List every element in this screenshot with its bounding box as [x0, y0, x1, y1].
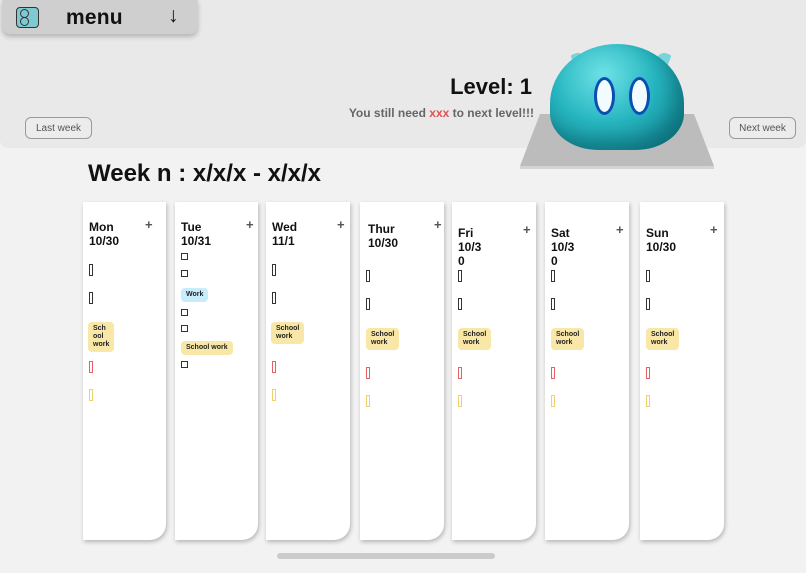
task-marker[interactable] [272, 292, 276, 304]
add-task-plus-icon[interactable]: + [337, 217, 345, 232]
task-marker-red[interactable] [89, 361, 93, 373]
week-title: Week n : x/x/x - x/x/x [88, 160, 322, 187]
day-column-wed: Wed 11/1 + School work [266, 202, 350, 540]
day-column-tue: Tue 10/31 + Work School work [175, 202, 258, 540]
arrow-down-icon[interactable]: ↓ [168, 4, 179, 28]
task-marker[interactable] [646, 298, 650, 310]
slime-eye-right [632, 80, 647, 112]
task-marker[interactable] [272, 264, 276, 276]
level-subtitle: You still need xxx to next level!!! [348, 106, 534, 120]
task-marker-yellow[interactable] [366, 395, 370, 407]
tag-school-work[interactable]: Sch ool work [88, 322, 115, 352]
task-marker-red[interactable] [458, 367, 462, 379]
task-marker-yellow[interactable] [272, 389, 276, 401]
add-task-plus-icon[interactable]: + [710, 222, 718, 237]
task-marker[interactable] [458, 270, 462, 282]
add-task-plus-icon[interactable]: + [523, 222, 531, 237]
day-name: Sun 10/30 [646, 226, 677, 254]
xp-needed: xxx [429, 106, 450, 120]
tag-school-work[interactable]: School work [181, 341, 233, 355]
day-column-sat: Sat 10/3 0 + School work [545, 202, 629, 540]
task-marker-red[interactable] [272, 361, 276, 373]
task-marker-yellow[interactable] [551, 395, 555, 407]
task-checkbox[interactable] [181, 270, 188, 277]
tag-school-work[interactable]: School work [551, 328, 585, 350]
tag-work[interactable]: Work [181, 288, 209, 302]
day-column-thu: Thur 10/30 + School work [360, 202, 444, 540]
task-checkbox[interactable] [181, 325, 188, 332]
level-title: Level: 1 [450, 74, 532, 99]
task-marker[interactable] [366, 270, 370, 282]
next-week-button[interactable]: Next week [729, 117, 796, 139]
task-marker[interactable] [89, 292, 93, 304]
tag-school-work[interactable]: School work [366, 328, 400, 350]
day-name: Thur 10/30 [368, 222, 399, 250]
menu-label: menu [66, 6, 123, 29]
tag-school-work[interactable]: School work [271, 322, 305, 344]
day-column-mon: Mon 10/30 + Sch ool work [83, 202, 166, 540]
day-name: Tue 10/31 [181, 220, 212, 248]
task-marker-red[interactable] [646, 367, 650, 379]
task-marker-red[interactable] [551, 367, 555, 379]
task-marker[interactable] [551, 298, 555, 310]
task-marker[interactable] [366, 298, 370, 310]
task-marker-yellow[interactable] [89, 389, 93, 401]
task-marker[interactable] [89, 264, 93, 276]
last-week-button[interactable]: Last week [25, 117, 92, 139]
task-marker[interactable] [646, 270, 650, 282]
task-checkbox[interactable] [181, 361, 188, 368]
tag-school-work[interactable]: School work [646, 328, 680, 350]
day-name: Wed 11/1 [272, 220, 298, 248]
task-checkbox[interactable] [181, 309, 188, 316]
tag-school-work[interactable]: School work [458, 328, 492, 350]
app-logo-icon [16, 7, 39, 28]
horizontal-scrollbar[interactable] [277, 553, 495, 559]
day-name: Sat 10/3 0 [551, 226, 575, 268]
day-column-fri: Fri 10/3 0 + School work [452, 202, 536, 540]
add-task-plus-icon[interactable]: + [616, 222, 624, 237]
task-checkbox[interactable] [181, 253, 188, 260]
add-task-plus-icon[interactable]: + [246, 217, 254, 232]
day-name: Mon 10/30 [89, 220, 120, 248]
pedestal-shadow [520, 166, 714, 169]
add-task-plus-icon[interactable]: + [434, 217, 442, 232]
task-marker-yellow[interactable] [646, 395, 650, 407]
day-name: Fri 10/3 0 [458, 226, 482, 268]
task-marker-red[interactable] [366, 367, 370, 379]
day-column-sun: Sun 10/30 + School work [640, 202, 724, 540]
add-task-plus-icon[interactable]: + [145, 217, 153, 232]
task-marker[interactable] [551, 270, 555, 282]
task-marker[interactable] [458, 298, 462, 310]
task-marker-yellow[interactable] [458, 395, 462, 407]
slime-eye-left [597, 80, 612, 112]
menu-bar[interactable]: menu ↓ [2, 0, 198, 34]
